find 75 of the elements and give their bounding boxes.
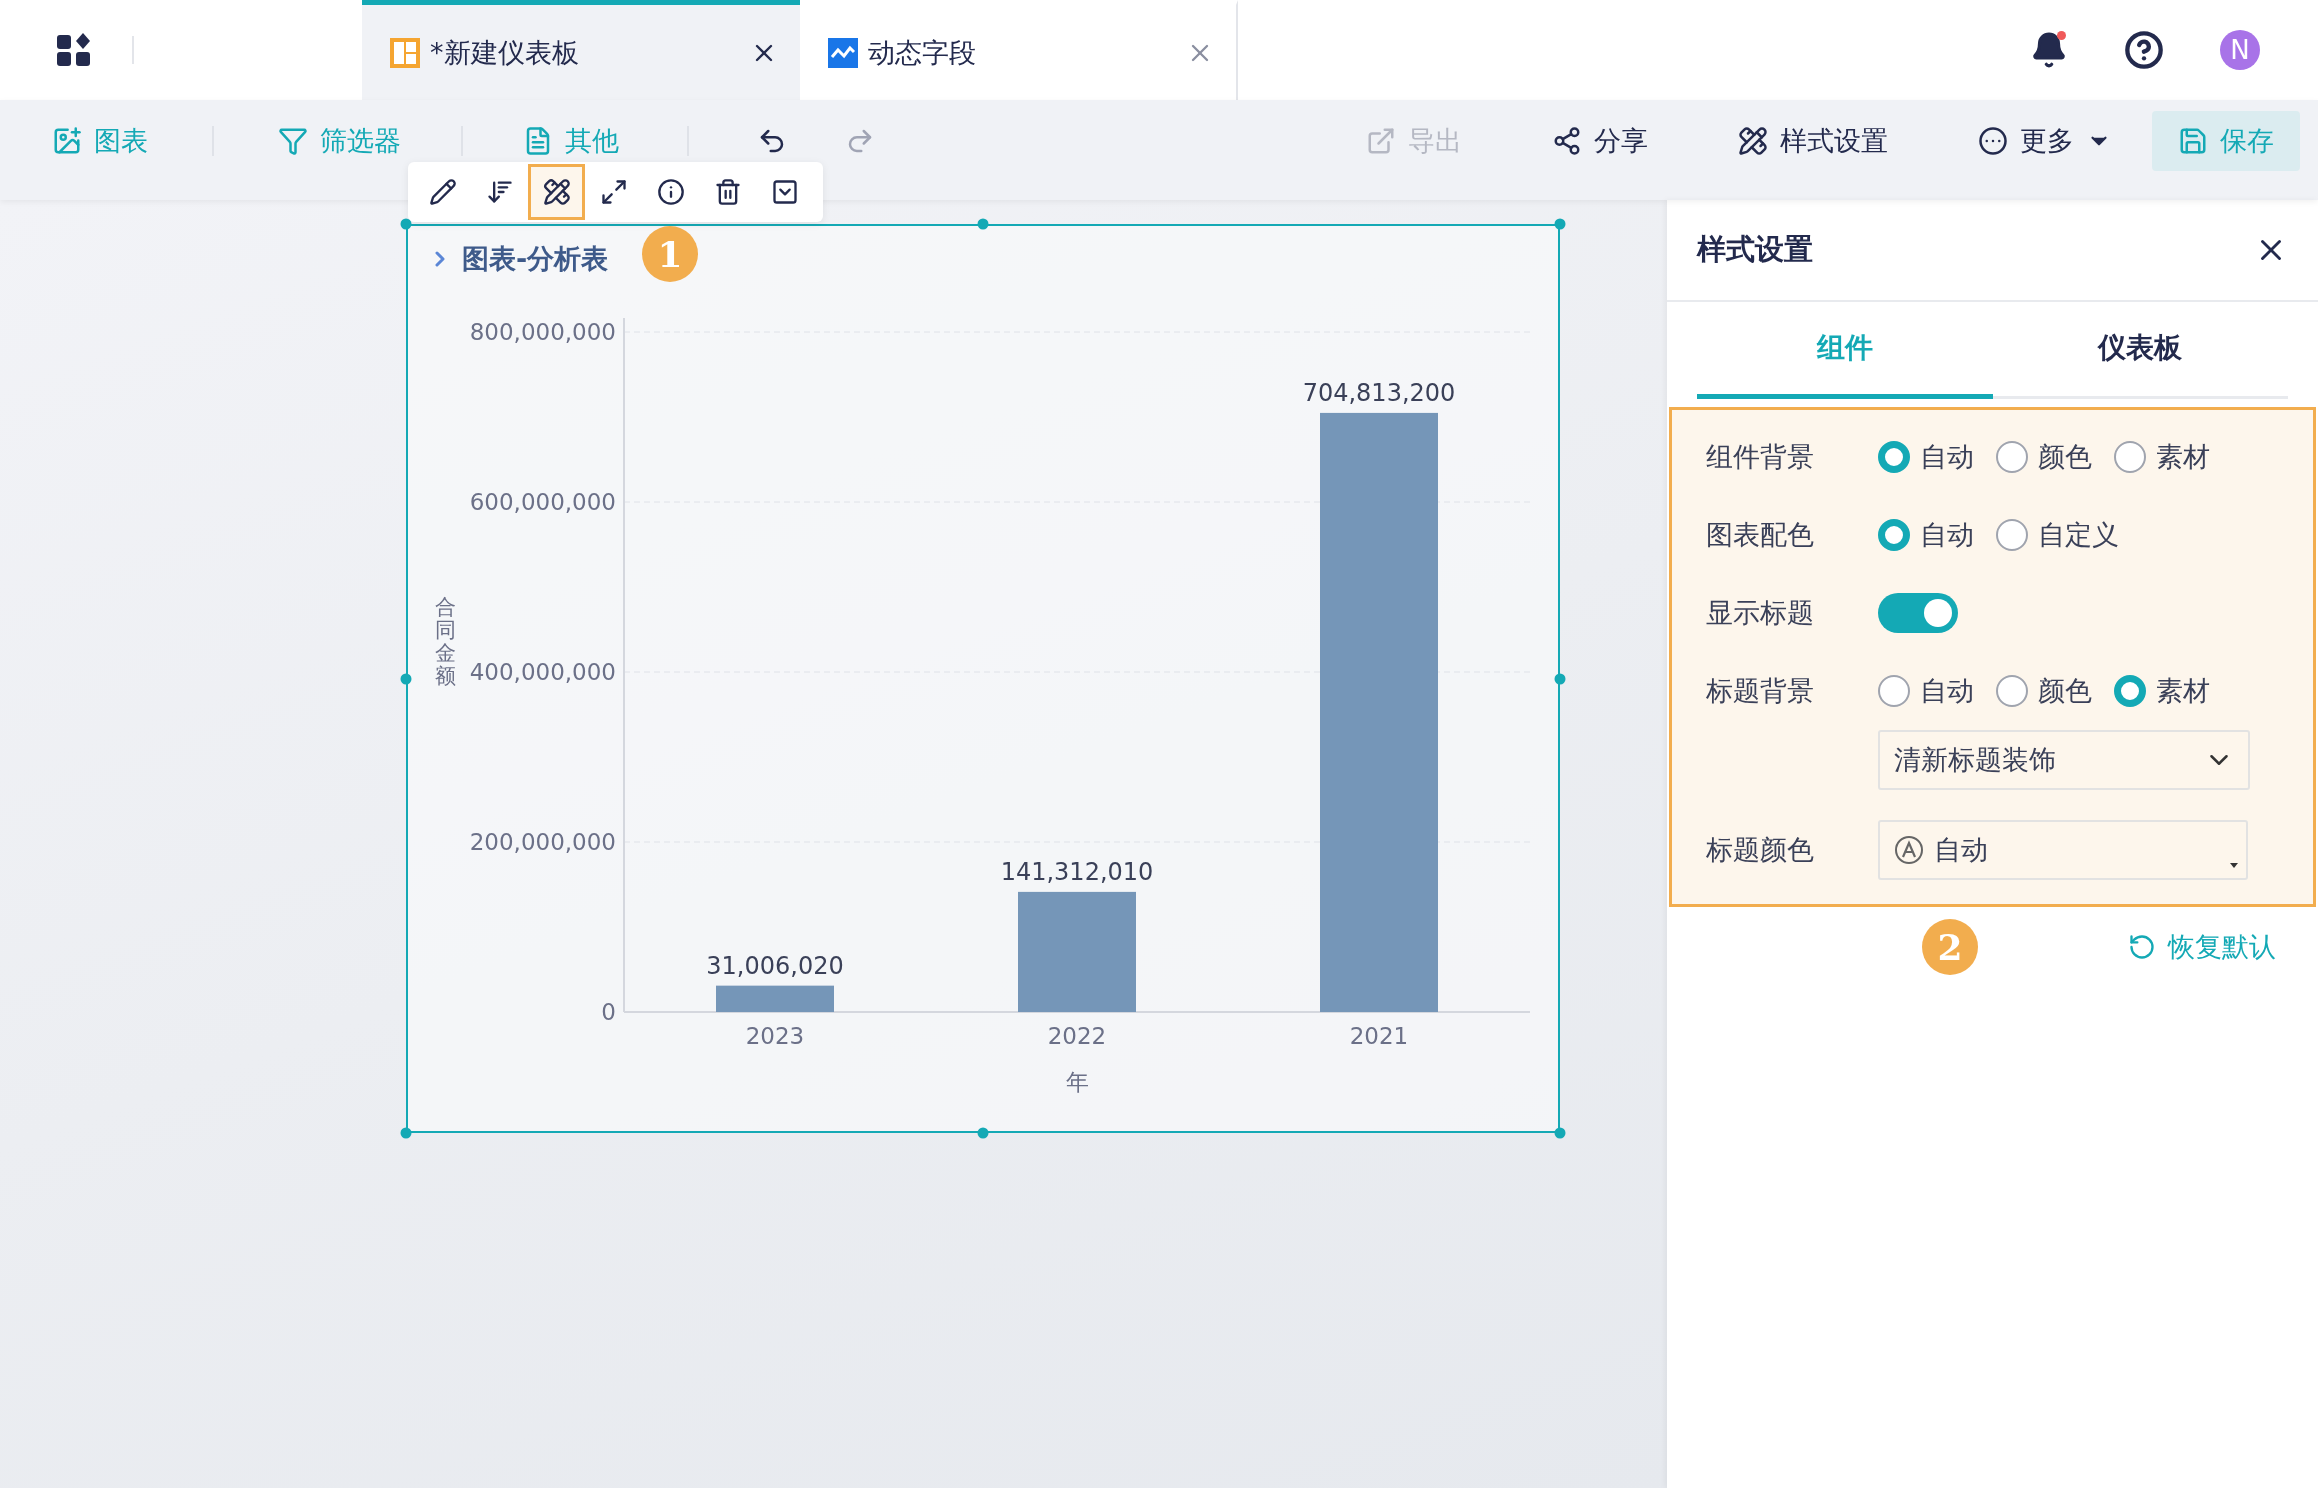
- line-chart-icon: [828, 37, 858, 68]
- info-icon: [656, 178, 685, 206]
- reset-icon: [2128, 933, 2156, 961]
- resize-handle[interactable]: [400, 1127, 412, 1139]
- setting-label: 图表配色: [1706, 518, 1815, 552]
- ruler-pencil-icon: [542, 178, 571, 206]
- app-grid-icon[interactable]: [56, 32, 92, 68]
- radio-button[interactable]: [1996, 519, 2028, 551]
- step-badge: 2: [1922, 919, 1978, 975]
- radio-button[interactable]: [1996, 441, 2028, 473]
- radio-option[interactable]: 颜色: [1996, 439, 2092, 475]
- radio-option[interactable]: 自定义: [1996, 517, 2119, 553]
- caret-icon: [2230, 863, 2238, 868]
- radio-option[interactable]: 素材: [2114, 439, 2210, 475]
- axis-tick-label: 800,000,000: [469, 319, 616, 345]
- value-label: 141,312,010: [1000, 857, 1154, 886]
- axis-title: 年: [1065, 1069, 1089, 1095]
- panel-tab[interactable]: 仪表板: [1992, 302, 2288, 399]
- radio-option[interactable]: 自动: [1878, 673, 1974, 709]
- axis-tick-label: 400,000,000: [469, 659, 616, 685]
- value-label: 31,006,020: [706, 951, 844, 980]
- radio-button[interactable]: [1878, 675, 1910, 707]
- resize-handle[interactable]: [977, 218, 989, 230]
- chart-title: 图表-分析表: [462, 242, 609, 276]
- help-icon[interactable]: [2124, 30, 2164, 70]
- more-icon: [1978, 126, 2008, 156]
- share-icon: [1552, 126, 1582, 156]
- toolbar-button[interactable]: 样式设置: [1738, 121, 1888, 161]
- setting-label: 显示标题: [1706, 596, 1815, 630]
- toolbar-button[interactable]: 分享: [1552, 121, 1648, 161]
- setting-label: 组件背景: [1706, 440, 1815, 474]
- auto-color-icon: [1894, 835, 1924, 865]
- axis-tick-label: 200,000,000: [469, 829, 616, 855]
- resize-handle[interactable]: [977, 1127, 989, 1139]
- radio-option[interactable]: 自动: [1878, 439, 1974, 475]
- resize-handle[interactable]: [400, 218, 412, 230]
- axis-tick-label: 0: [601, 999, 616, 1025]
- axis-tick-label: 2022: [1047, 1023, 1107, 1049]
- color-field[interactable]: 自动: [1878, 820, 2248, 880]
- axis-tick-label: 2023: [745, 1023, 805, 1049]
- toolbar-button[interactable]: 更多: [1978, 121, 2112, 161]
- radio-option[interactable]: 颜色: [1996, 673, 2092, 709]
- chevron-square-icon: [770, 178, 799, 206]
- resize-handle[interactable]: [400, 673, 412, 684]
- radio-button[interactable]: [1878, 519, 1910, 551]
- axis-tick-label: 600,000,000: [469, 489, 616, 515]
- chart-add-icon: [52, 126, 82, 156]
- radio-button[interactable]: [2114, 441, 2146, 473]
- axis-tick-label: 2021: [1349, 1023, 1409, 1049]
- radio-option[interactable]: 自动: [1878, 517, 1974, 553]
- setting-label: 标题背景: [1706, 674, 1815, 708]
- dropdown[interactable]: 清新标题装饰: [1878, 730, 2250, 790]
- grid-icon: [390, 37, 420, 68]
- save-icon: [2178, 126, 2208, 156]
- export-icon: [1366, 126, 1396, 156]
- setting-label: 标题颜色: [1706, 833, 1815, 867]
- resize-handle[interactable]: [1554, 218, 1566, 230]
- filter-icon: [278, 126, 308, 156]
- document-tab[interactable]: *新建仪表板: [362, 0, 800, 100]
- radio-button[interactable]: [1878, 441, 1910, 473]
- value-label: 704,813,200: [1302, 378, 1456, 407]
- resize-handle[interactable]: [1554, 1127, 1566, 1139]
- axis-title: 合同金额: [434, 595, 456, 688]
- resize-handle[interactable]: [1554, 673, 1566, 684]
- panel-title: 样式设置: [1697, 231, 1813, 268]
- expand-icon: [599, 178, 628, 206]
- trash-icon: [713, 178, 742, 206]
- ruler-pencil-icon: [1738, 126, 1768, 156]
- toggle-switch[interactable]: [1878, 593, 1958, 633]
- radio-button[interactable]: [2114, 675, 2146, 707]
- tool-button[interactable]: [528, 164, 585, 220]
- radio-button[interactable]: [1996, 675, 2028, 707]
- radio-option[interactable]: 素材: [2114, 673, 2210, 709]
- bell-icon[interactable]: [2030, 31, 2068, 69]
- edit-icon: [428, 178, 457, 206]
